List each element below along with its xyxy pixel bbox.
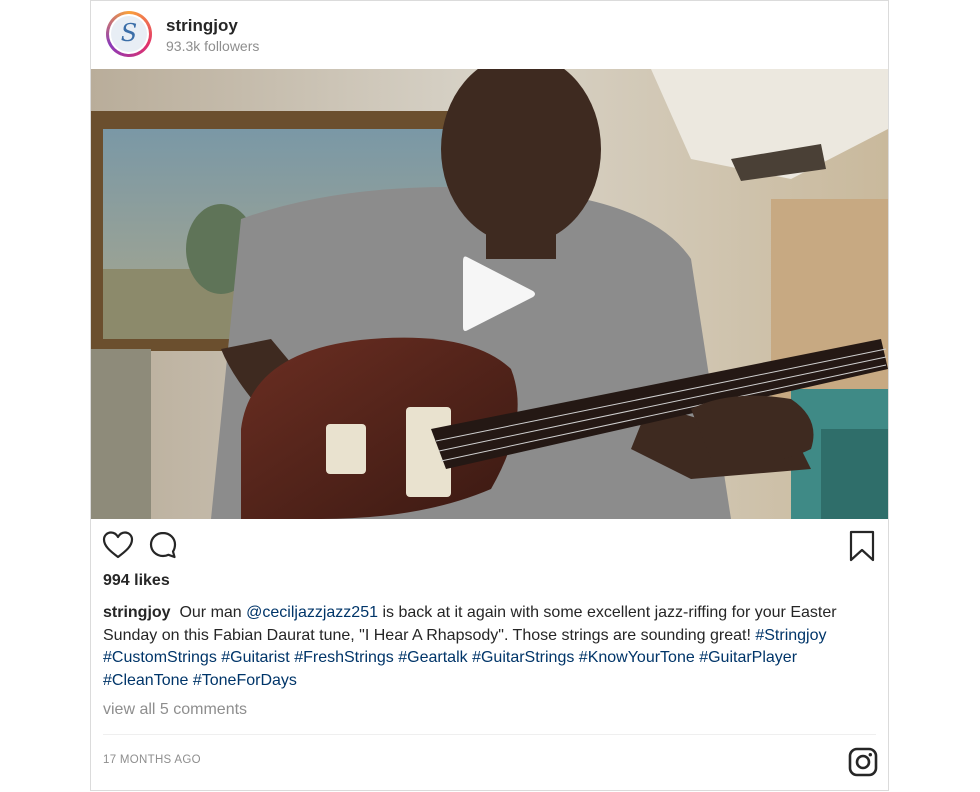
hashtag-link[interactable]: #Stringjoy: [755, 627, 826, 644]
hashtag-link[interactable]: #CustomStrings: [103, 649, 217, 666]
post-header: S stringjoy 93.3k followers: [91, 1, 888, 69]
like-count: 994 likes: [103, 572, 170, 589]
post-timestamp: 17 MONTHS AGO: [103, 754, 201, 766]
mention-link[interactable]: @ceciljazzjazz251: [246, 604, 378, 621]
heart-icon: [102, 531, 134, 559]
avatar[interactable]: S: [106, 11, 152, 57]
hashtag-link[interactable]: #Geartalk: [398, 649, 467, 666]
hashtag-link[interactable]: #KnowYourTone: [579, 649, 695, 666]
hashtag-link[interactable]: #GuitarStrings: [472, 649, 574, 666]
comment-bubble-icon: [149, 531, 177, 559]
like-button[interactable]: [102, 530, 134, 560]
view-comments-link[interactable]: view all 5 comments: [103, 701, 247, 719]
hashtag-link[interactable]: #Guitarist: [221, 649, 289, 666]
hashtag-link[interactable]: #CleanTone: [103, 672, 188, 689]
divider: [103, 734, 876, 735]
instagram-logo-icon: [848, 747, 878, 777]
action-bar: [91, 526, 888, 566]
account-username[interactable]: stringjoy: [166, 16, 238, 36]
save-button[interactable]: [848, 530, 876, 562]
hashtag-link[interactable]: #ToneForDays: [193, 672, 297, 689]
caption-username[interactable]: stringjoy: [103, 604, 171, 621]
play-button[interactable]: [455, 251, 539, 337]
caption-text: Our man: [179, 604, 247, 621]
play-icon: [463, 256, 535, 331]
hashtag-link[interactable]: #FreshStrings: [294, 649, 394, 666]
instagram-embed-card: S stringjoy 93.3k followers 994 likes st…: [90, 0, 889, 791]
instagram-link[interactable]: [848, 747, 878, 777]
follower-count: 93.3k followers: [166, 38, 260, 54]
bookmark-icon: [849, 530, 875, 562]
avatar-logo: S: [111, 16, 147, 52]
video-thumbnail[interactable]: [91, 69, 888, 519]
post-caption: stringjoy Our man @ceciljazzjazz251 is b…: [103, 602, 878, 693]
hashtag-link[interactable]: #GuitarPlayer: [699, 649, 797, 666]
comment-button[interactable]: [148, 530, 178, 560]
